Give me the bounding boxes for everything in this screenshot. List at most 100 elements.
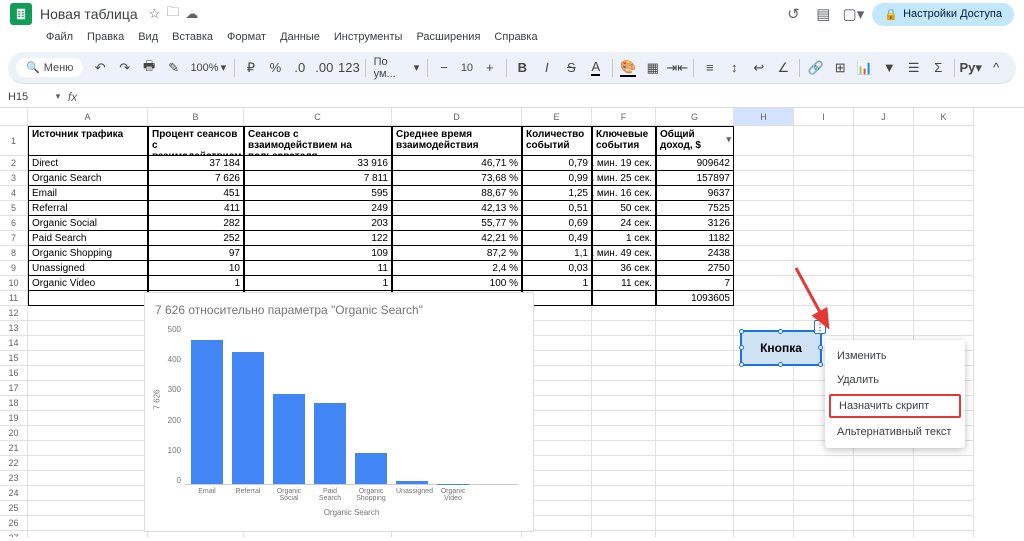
cell[interactable]: 109 [244,246,392,261]
cell[interactable]: 1 мин. 25 сек. [592,171,656,186]
cell[interactable]: 249 [244,201,392,216]
cell[interactable] [734,261,794,276]
cell[interactable]: 2438 [656,246,734,261]
resize-handle[interactable] [778,362,783,367]
cell[interactable] [28,501,148,516]
cell[interactable] [656,411,734,426]
cell[interactable]: Ключевые события [592,126,656,156]
cell[interactable] [734,306,794,321]
cell[interactable] [734,276,794,291]
paint-format-icon[interactable]: ✎ [162,57,186,79]
star-icon[interactable]: ☆ [149,6,161,22]
cell[interactable]: 1 [148,276,244,291]
wrap-icon[interactable]: ↩ [747,57,771,79]
language-icon[interactable]: Ру ▾ [959,57,983,79]
cell[interactable]: 33 916 [244,156,392,171]
cell[interactable] [592,501,656,516]
row-header[interactable]: 27 [0,531,28,537]
cell[interactable] [794,471,854,486]
cell[interactable]: 2750 [656,261,734,276]
cell[interactable] [656,366,734,381]
cell[interactable] [914,171,974,186]
menu-Правка[interactable]: Правка [81,28,130,46]
cell[interactable]: 1,25 [522,186,592,201]
cell[interactable]: 282 [148,216,244,231]
col-header[interactable]: K [914,108,974,126]
row-header[interactable]: 2 [0,156,28,171]
cell[interactable] [914,231,974,246]
row-header[interactable]: 15 [0,351,28,366]
cell[interactable] [914,531,974,537]
cell[interactable] [794,156,854,171]
cell[interactable]: Среднее время взаимодействия [392,126,522,156]
cell[interactable] [794,216,854,231]
cell[interactable] [656,396,734,411]
row-header[interactable]: 9 [0,261,28,276]
fill-color-icon[interactable]: 🎨 [617,57,641,79]
cell[interactable]: 0,99 [522,171,592,186]
row-header[interactable]: 16 [0,366,28,381]
cell[interactable] [914,321,974,336]
chart-icon[interactable]: 📊 [853,57,877,79]
col-header[interactable]: I [794,108,854,126]
decrease-decimal-icon[interactable]: .0 [288,57,312,79]
cell[interactable] [592,486,656,501]
fontsize-plus[interactable]: + [478,57,502,79]
history-icon[interactable]: ↺ [781,2,805,26]
row-header[interactable]: 11 [0,291,28,306]
comments-icon[interactable]: ▤ [811,2,835,26]
cell[interactable] [592,426,656,441]
cell[interactable] [592,366,656,381]
cell[interactable] [854,456,914,471]
resize-handle[interactable] [778,329,783,334]
ctx-item[interactable]: Назначить скрипт [829,394,961,418]
cell[interactable] [592,351,656,366]
filter-dropdown-icon[interactable]: ▾ [726,135,731,145]
name-box[interactable]: H15 [8,91,48,103]
cell[interactable] [914,126,974,156]
cell[interactable]: 37 184 [148,156,244,171]
cell[interactable]: 24 сек. [592,216,656,231]
col-header[interactable]: J [854,108,914,126]
cell[interactable] [734,156,794,171]
ctx-item[interactable]: Альтернативный текст [825,420,965,444]
menu-Расширения[interactable]: Расширения [410,28,486,46]
cell[interactable] [854,171,914,186]
cell[interactable] [592,291,656,306]
cell[interactable]: 73,68 % [392,171,522,186]
cloud-icon[interactable]: ☁ [185,6,198,22]
cell[interactable] [794,486,854,501]
cell[interactable] [854,186,914,201]
cell[interactable] [854,246,914,261]
move-icon[interactable]: 🗀 [166,3,179,25]
row-header[interactable]: 25 [0,501,28,516]
cell[interactable]: 1 сек. [592,231,656,246]
cell[interactable] [854,321,914,336]
row-header[interactable]: 12 [0,306,28,321]
row-header[interactable]: 14 [0,336,28,351]
cell[interactable] [794,516,854,531]
resize-handle[interactable] [739,329,744,334]
cell[interactable] [734,516,794,531]
cell[interactable]: 0,51 [522,201,592,216]
row-header[interactable]: 20 [0,426,28,441]
cell[interactable] [28,366,148,381]
menu-Инструменты[interactable]: Инструменты [328,28,409,46]
zoom-select[interactable]: 100% ▾ [186,59,230,76]
row-header[interactable]: 5 [0,201,28,216]
cell[interactable] [914,216,974,231]
valign-icon[interactable]: ↕ [723,57,747,79]
cell[interactable] [656,456,734,471]
cell[interactable] [592,456,656,471]
cell[interactable] [656,381,734,396]
fontsize-value[interactable]: 10 [457,60,477,76]
cell[interactable] [734,396,794,411]
row-header[interactable]: 6 [0,216,28,231]
cell[interactable]: 0,49 [522,231,592,246]
cell[interactable]: 909642 [656,156,734,171]
cell[interactable]: 0,79 [522,156,592,171]
cell[interactable]: 252 [148,231,244,246]
col-header[interactable]: G [656,108,734,126]
spreadsheet-grid[interactable]: ABCDEFGHIJK 1Источник трафикаПроцент сеа… [0,108,1024,537]
row-header[interactable]: 17 [0,381,28,396]
